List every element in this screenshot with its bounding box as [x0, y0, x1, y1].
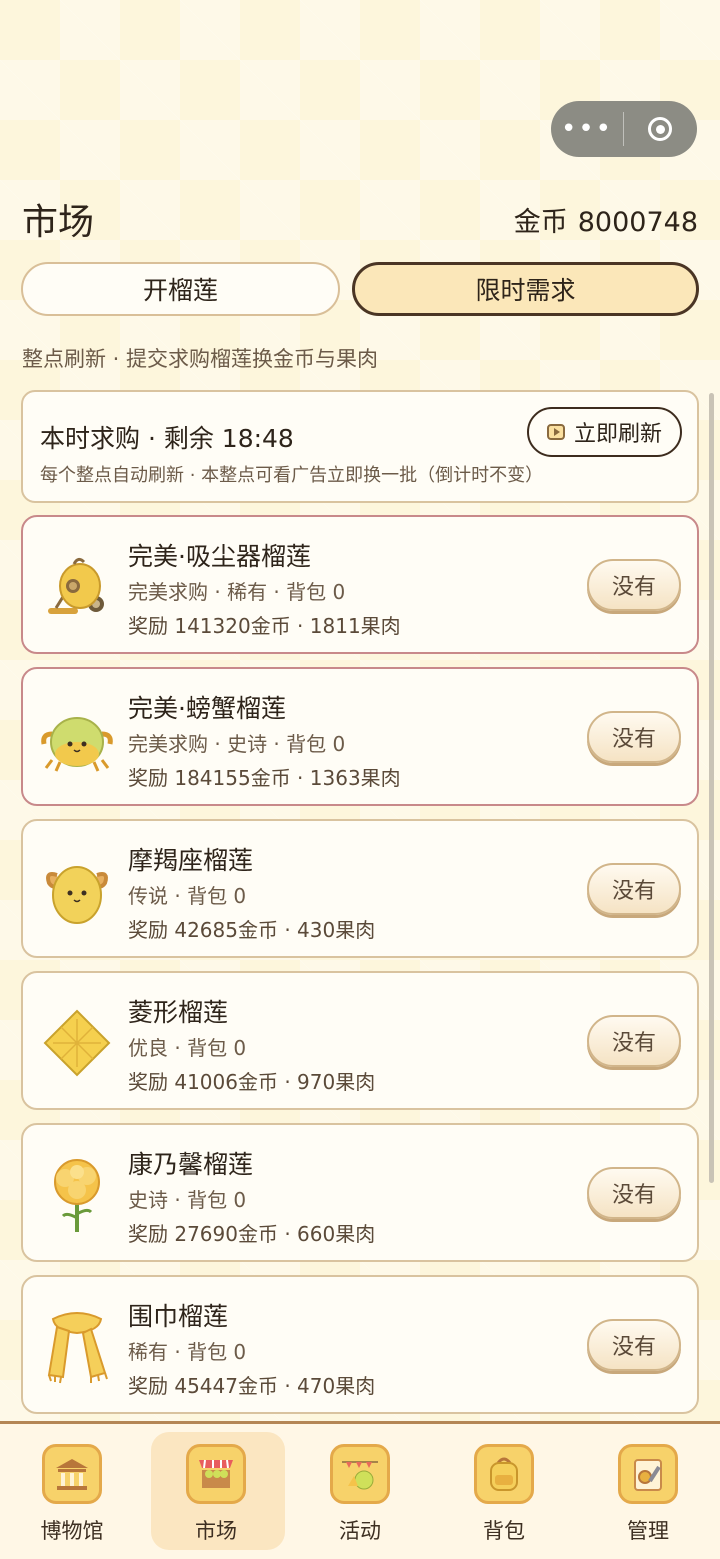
list-item: 摩羯座榴莲 传说 · 背包 0 奖励 42685金币 · 430果肉 没有 [21, 819, 699, 958]
bottom-nav: 博物馆 市场 活动 背包 管理 [0, 1421, 720, 1559]
nav-event[interactable]: 活动 [288, 1424, 432, 1559]
tab-limited-demand[interactable]: 限时需求 [352, 262, 699, 316]
scrollbar[interactable] [709, 393, 714, 1183]
nav-backpack[interactable]: 背包 [432, 1424, 576, 1559]
timer-title: 本时求购 · 剩余 18:48 [40, 424, 294, 453]
item-name: 围巾榴莲 [128, 1302, 229, 1331]
item-meta: 史诗 · 背包 0 [128, 1188, 247, 1212]
refresh-hint: 整点刷新 · 提交求购榴莲换金币与果肉 [22, 347, 379, 371]
item-reward: 奖励 184155金币 · 1363果肉 [128, 766, 401, 790]
backpack-icon [474, 1444, 534, 1504]
video-ad-icon [546, 424, 565, 440]
scarf-durian-icon [39, 1309, 115, 1385]
submit-button[interactable]: 没有 [587, 711, 681, 763]
tab-open-durian[interactable]: 开榴莲 [21, 262, 340, 316]
list-item: 康乃馨榴莲 史诗 · 背包 0 奖励 27690金币 · 660果肉 没有 [21, 1123, 699, 1262]
list-item: 完美·螃蟹榴莲 完美求购 · 史诗 · 背包 0 奖励 184155金币 · 1… [21, 667, 699, 806]
timer-card: 本时求购 · 剩余 18:48 每个整点自动刷新 · 本整点可看广告立即换一批（… [21, 390, 699, 503]
submit-button[interactable]: 没有 [587, 863, 681, 915]
museum-icon [42, 1444, 102, 1504]
vacuum-durian-icon [39, 549, 115, 625]
page-title: 市场 [22, 202, 95, 243]
item-meta: 传说 · 背包 0 [128, 884, 247, 908]
item-reward: 奖励 45447金币 · 470果肉 [128, 1374, 376, 1398]
item-name: 完美·吸尘器榴莲 [128, 542, 311, 571]
list-item: 围巾榴莲 稀有 · 背包 0 奖励 45447金币 · 470果肉 没有 [21, 1275, 699, 1414]
event-icon [330, 1444, 390, 1504]
submit-button[interactable]: 没有 [587, 1167, 681, 1219]
diamond-durian-icon [39, 1005, 115, 1081]
coin-label: 金币 [513, 207, 568, 238]
item-reward: 奖励 42685金币 · 430果肉 [128, 918, 376, 942]
submit-button[interactable]: 没有 [587, 1015, 681, 1067]
item-name: 完美·螃蟹榴莲 [128, 694, 286, 723]
coin-balance: 金币 8000748 [514, 200, 698, 239]
item-name: 摩羯座榴莲 [128, 846, 254, 875]
submit-button[interactable]: 没有 [587, 559, 681, 611]
timer-subtitle: 每个整点自动刷新 · 本整点可看广告立即换一批（倒计时不变） [40, 465, 544, 486]
nav-label: 博物馆 [40, 1519, 104, 1543]
item-meta: 稀有 · 背包 0 [128, 1340, 247, 1364]
mini-program-capsule: ••• [551, 101, 697, 157]
nav-museum[interactable]: 博物馆 [0, 1424, 144, 1559]
coin-value: 8000748 [577, 207, 698, 238]
list-item: 完美·吸尘器榴莲 完美求购 · 稀有 · 背包 0 奖励 141320金币 · … [21, 515, 699, 654]
item-name: 康乃馨榴莲 [128, 1150, 254, 1179]
settings-tools-icon [618, 1444, 678, 1504]
demand-list: 完美·吸尘器榴莲 完美求购 · 稀有 · 背包 0 奖励 141320金币 · … [21, 515, 699, 1427]
carnation-durian-icon [39, 1157, 115, 1233]
refresh-now-label: 立即刷新 [573, 422, 662, 447]
submit-button[interactable]: 没有 [587, 1319, 681, 1371]
capricorn-durian-icon [39, 853, 115, 929]
close-program-button[interactable] [624, 117, 696, 141]
item-reward: 奖励 141320金币 · 1811果肉 [128, 614, 401, 638]
target-icon [648, 117, 672, 141]
item-reward: 奖励 27690金币 · 660果肉 [128, 1222, 376, 1246]
nav-label: 背包 [483, 1519, 525, 1543]
more-menu-button[interactable]: ••• [551, 101, 623, 157]
crab-durian-icon [39, 701, 115, 777]
nav-label: 活动 [339, 1519, 381, 1543]
nav-label: 市场 [195, 1519, 237, 1543]
market-stall-icon [186, 1444, 246, 1504]
nav-market[interactable]: 市场 [144, 1424, 288, 1559]
list-item: 菱形榴莲 优良 · 背包 0 奖励 41006金币 · 970果肉 没有 [21, 971, 699, 1110]
refresh-now-button[interactable]: 立即刷新 [527, 407, 682, 457]
nav-label: 管理 [627, 1519, 669, 1543]
item-meta: 优良 · 背包 0 [128, 1036, 247, 1060]
item-name: 菱形榴莲 [128, 998, 229, 1027]
item-meta: 完美求购 · 史诗 · 背包 0 [128, 732, 346, 756]
nav-manage[interactable]: 管理 [576, 1424, 720, 1559]
item-meta: 完美求购 · 稀有 · 背包 0 [128, 580, 346, 604]
item-reward: 奖励 41006金币 · 970果肉 [128, 1070, 376, 1094]
